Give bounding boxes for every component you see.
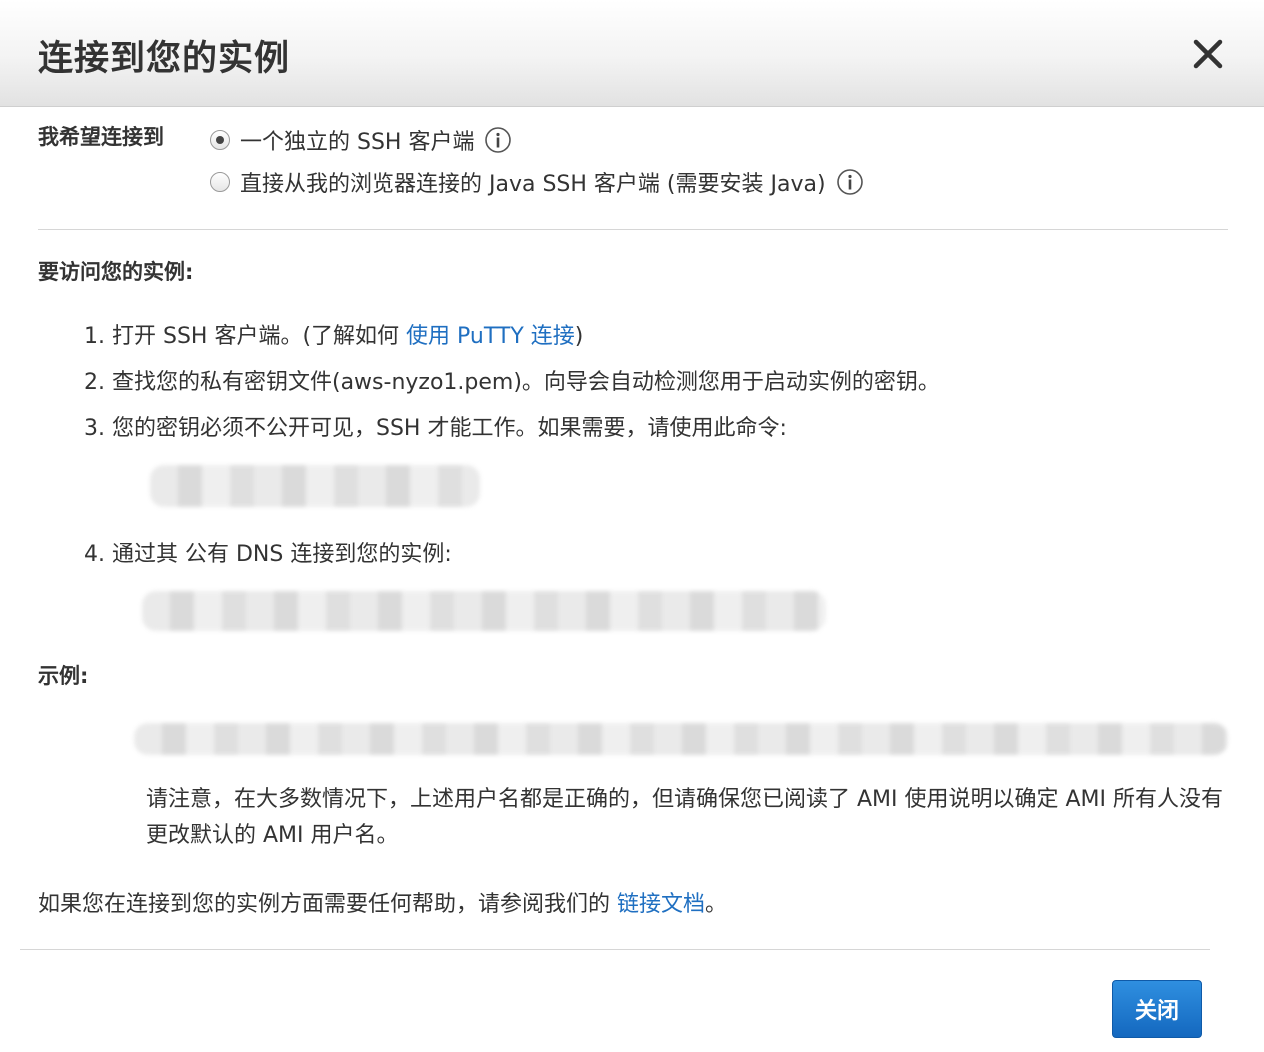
close-icon[interactable] (1188, 34, 1228, 74)
docs-link[interactable]: 链接文档 (617, 892, 705, 917)
dialog-header: 连接到您的实例 (0, 0, 1264, 107)
ami-username-note: 请注意，在大多数情况下，上述用户名都是正确的，但请确保您已阅读了 AMI 使用说… (146, 787, 1224, 848)
step-2: 2. 查找您的私有密钥文件(aws-nyzo1.pem)。向导会自动检测您用于启… (84, 370, 940, 395)
step-1-end: ) (574, 324, 584, 349)
help-text-body: 如果您在连接到您的实例方面需要任何帮助，请参阅我们的 (38, 892, 617, 917)
connect-option-label: 我希望连接到 (38, 125, 164, 149)
access-heading: 要访问您的实例: (38, 260, 194, 284)
step-3: 3. 您的密钥必须不公开可见，SSH 才能工作。如果需要，请使用此命令: (84, 416, 787, 441)
radio-java-ssh[interactable] (210, 172, 230, 192)
dialog-title: 连接到您的实例 (38, 39, 291, 79)
option-java-ssh[interactable]: 直接从我的浏览器连接的 Java SSH 客户端 (需要安装 Java) (210, 166, 864, 198)
example-heading: 示例: (38, 664, 89, 688)
option-standalone-ssh-label: 一个独立的 SSH 客户端 (240, 130, 475, 155)
divider (38, 229, 1228, 230)
option-java-ssh-label: 直接从我的浏览器连接的 Java SSH 客户端 (需要安装 Java) (240, 172, 826, 197)
putty-link[interactable]: 使用 PuTTY 连接 (406, 324, 575, 349)
step-1-text: 1. 打开 SSH 客户端。(了解如何 (84, 324, 407, 349)
redacted-chmod-command (150, 465, 480, 507)
info-icon[interactable] (484, 126, 512, 154)
radio-standalone-ssh[interactable] (210, 130, 230, 150)
help-text-end: 。 (705, 892, 728, 917)
step-1: 1. 打开 SSH 客户端。(了解如何 使用 PuTTY 连接) (84, 318, 583, 350)
redacted-ssh-example (134, 723, 1228, 755)
step-4: 4. 通过其 公有 DNS 连接到您的实例: (84, 542, 452, 567)
info-icon[interactable] (836, 168, 864, 196)
option-standalone-ssh[interactable]: 一个独立的 SSH 客户端 (210, 124, 512, 156)
redacted-public-dns (142, 591, 826, 631)
help-text: 如果您在连接到您的实例方面需要任何帮助，请参阅我们的 链接文档。 (38, 886, 727, 918)
footer-divider (20, 949, 1210, 950)
close-button[interactable]: 关闭 (1112, 980, 1202, 1038)
